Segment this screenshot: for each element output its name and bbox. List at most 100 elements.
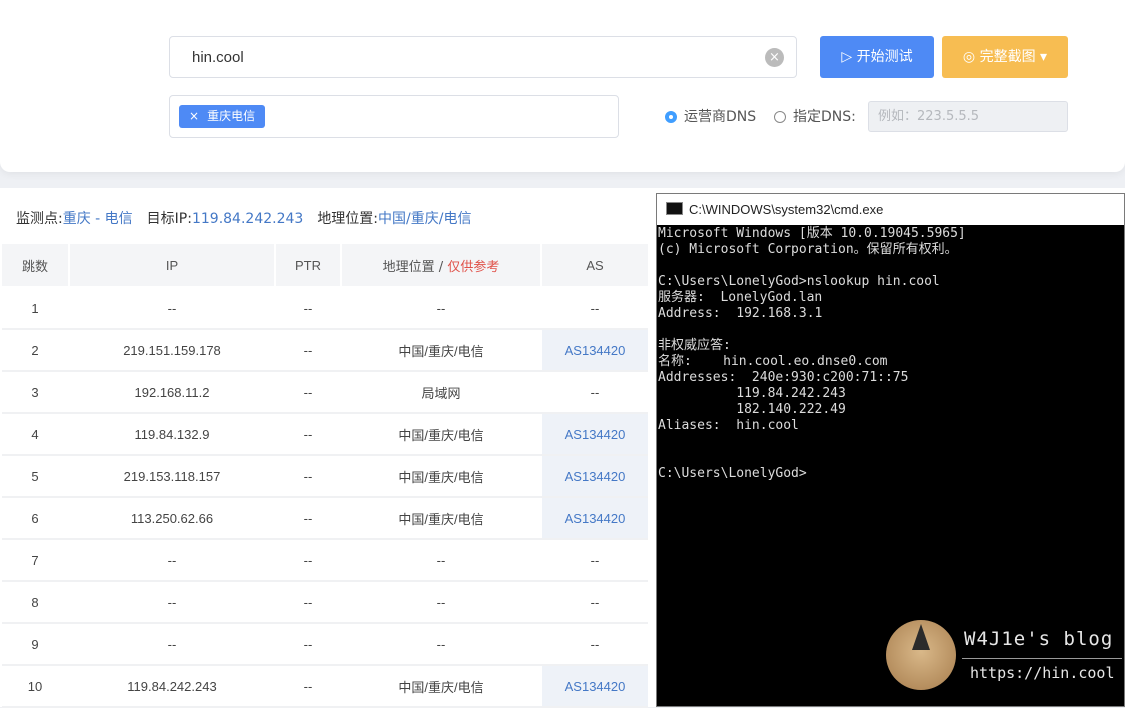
cell-ip: -- (68, 287, 275, 330)
col-geo: 地理位置 / 仅供参考 (340, 244, 541, 288)
cmd-line: Microsoft Windows [版本 10.0.19045.5965] (658, 226, 966, 241)
cell-ip: 192.168.11.2 (68, 371, 275, 414)
cell-hop: 6 (2, 497, 69, 540)
cell-as: -- (540, 539, 648, 582)
watermark-name: W4J1e's blog (964, 628, 1114, 650)
cell-ip: -- (68, 581, 275, 624)
radio-checked-icon (665, 111, 677, 123)
cell-ptr: -- (274, 623, 341, 666)
watermark-divider (962, 658, 1122, 659)
table-row: 5 219.153.118.157 -- 中国/重庆/电信 AS134420 (2, 455, 648, 498)
cell-ptr: -- (274, 497, 341, 540)
custom-dns-input[interactable]: 例如：223.5.5.5 (868, 101, 1068, 132)
cell-hop: 8 (2, 581, 69, 624)
table-row: 8 -- -- -- -- (2, 581, 648, 624)
tag-close-icon[interactable]: × (189, 109, 199, 123)
query-panel: × ▷ 开始测试 ◎ 完整截图 ▾ × 重庆电信 运营商DNS 指定DNS: 例如… (0, 0, 1125, 172)
cell-as[interactable]: AS134420 (540, 665, 648, 708)
cmd-line (658, 322, 1124, 338)
isp-dns-radio[interactable]: 运营商DNS (665, 108, 756, 126)
cell-hop: 4 (2, 413, 69, 456)
start-test-button[interactable]: ▷ 开始测试 (820, 36, 934, 78)
col-geo-label: 地理位置 / (382, 259, 448, 275)
table-row: 4 119.84.132.9 -- 中国/重庆/电信 AS134420 (2, 413, 648, 456)
target-ip-label: 目标IP: (146, 211, 192, 227)
cell-geo: -- (340, 623, 541, 666)
table-row: 6 113.250.62.66 -- 中国/重庆/电信 AS134420 (2, 497, 648, 540)
cmd-line: (c) Microsoft Corporation。保留所有权利。 (658, 242, 958, 257)
watermark-url: https://hin.cool (970, 664, 1115, 682)
cell-ptr: -- (274, 371, 341, 414)
result-summary: 监测点:重庆 - 电信 目标IP:119.84.242.243 地理位置:中国/重庆… (16, 208, 485, 228)
custom-dns-radio[interactable]: 指定DNS: (774, 108, 856, 126)
cell-geo: -- (340, 581, 541, 624)
cmd-line: 非权威应答: (658, 338, 731, 353)
cell-hop: 3 (2, 371, 69, 414)
cell-as: -- (540, 371, 648, 414)
table-row: 3 192.168.11.2 -- 局域网 -- (2, 371, 648, 414)
cmd-title: C:\WINDOWS\system32\cmd.exe (689, 202, 884, 217)
cell-hop: 1 (2, 287, 69, 330)
monitor-select[interactable]: × 重庆电信 (169, 95, 619, 138)
cmd-line: 服务器: LonelyGod.lan (658, 290, 823, 305)
cell-ip: 119.84.242.243 (68, 665, 275, 708)
cell-as: -- (540, 581, 648, 624)
cell-ptr: -- (274, 581, 341, 624)
cell-hop: 10 (2, 665, 69, 708)
cmd-icon (666, 202, 683, 215)
full-screenshot-button[interactable]: ◎ 完整截图 ▾ (942, 36, 1068, 78)
cmd-line: Address: 192.168.3.1 (658, 306, 823, 321)
cmd-line: 名称: hin.cool.eo.dnse0.com (658, 354, 888, 369)
cmd-line: C:\Users\LonelyGod>nslookup hin.cool (658, 274, 940, 289)
col-ptr: PTR (274, 244, 341, 288)
col-ip: IP (68, 244, 275, 288)
cell-as[interactable]: AS134420 (540, 413, 648, 456)
table-row: 2 219.151.159.178 -- 中国/重庆/电信 AS134420 (2, 329, 648, 372)
cell-as[interactable]: AS134420 (540, 329, 648, 372)
table-row: 7 -- -- -- -- (2, 539, 648, 582)
cell-ip: -- (68, 623, 275, 666)
cell-ptr: -- (274, 455, 341, 498)
clear-icon[interactable]: × (765, 48, 784, 67)
cell-ip: -- (68, 539, 275, 582)
cell-ip: 219.151.159.178 (68, 329, 275, 372)
table-header-row: 跳数 IP PTR 地理位置 / 仅供参考 AS (2, 244, 648, 288)
table-row: 10 119.84.242.243 -- 中国/重庆/电信 AS134420 (2, 665, 648, 708)
cmd-line: Addresses: 240e:930:c200:71::75 (658, 370, 909, 385)
cell-as: -- (540, 287, 648, 330)
cell-ptr: -- (274, 413, 341, 456)
traceroute-rows: 1 -- -- -- -- 2 219.151.159.178 -- 中国/重庆/电信 AS134… (2, 287, 648, 708)
cell-as: -- (540, 623, 648, 666)
cell-geo: 中国/重庆/电信 (340, 497, 541, 540)
cmd-output: Microsoft Windows [版本 10.0.19045.5965] (c… (657, 225, 1124, 482)
cell-geo: 中国/重庆/电信 (340, 329, 541, 372)
search-box[interactable]: × (169, 36, 797, 78)
isp-dns-label: 运营商DNS (684, 109, 757, 125)
cell-geo: -- (340, 539, 541, 582)
cell-hop: 9 (2, 623, 69, 666)
cell-ptr: -- (274, 329, 341, 372)
geo-value: 中国/重庆/电信 (378, 211, 472, 227)
witch-hat-icon (912, 624, 930, 650)
monitor-tag: × 重庆电信 (179, 105, 266, 128)
cmd-line: 182.140.222.49 (658, 402, 846, 417)
cell-as[interactable]: AS134420 (540, 497, 648, 540)
cmd-line (658, 434, 1124, 450)
monitor-tag-label: 重庆电信 (207, 109, 256, 123)
col-as: AS (540, 244, 648, 288)
cmd-line: 119.84.242.243 (658, 386, 846, 401)
cell-geo: 中国/重庆/电信 (340, 455, 541, 498)
cmd-title-bar[interactable]: C:\WINDOWS\system32\cmd.exe (657, 194, 1124, 225)
cmd-line (658, 258, 1124, 274)
cell-hop: 2 (2, 329, 69, 372)
cell-geo: -- (340, 287, 541, 330)
cell-ptr: -- (274, 665, 341, 708)
domain-input[interactable] (190, 48, 754, 67)
col-hop: 跳数 (2, 244, 69, 288)
monitor-point-label: 监测点: (16, 211, 63, 227)
cell-geo: 中国/重庆/电信 (340, 413, 541, 456)
cell-as[interactable]: AS134420 (540, 455, 648, 498)
table-row: 1 -- -- -- -- (2, 287, 648, 330)
cmd-line (658, 450, 1124, 466)
cmd-line: Aliases: hin.cool (658, 418, 799, 433)
